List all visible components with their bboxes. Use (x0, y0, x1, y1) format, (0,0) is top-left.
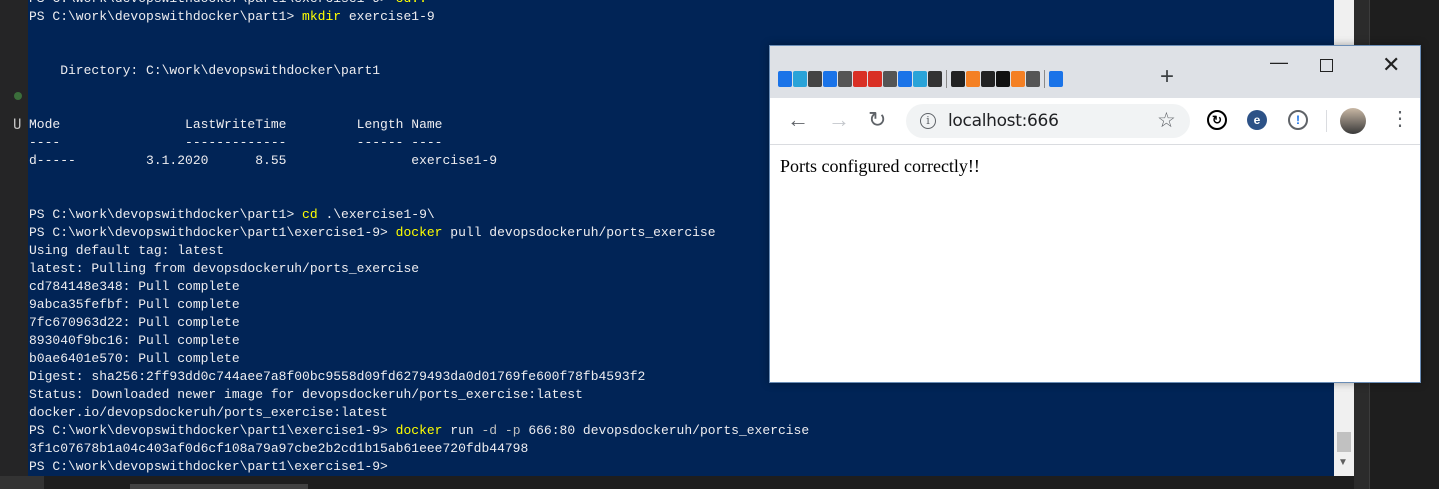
tab-favicon-icon[interactable] (823, 71, 837, 87)
browser-window: + — ✕ ← → ↻ i localhost:666 ☆ ↻ e ! ⋮ Po… (769, 45, 1421, 383)
horizontal-scrollbar-thumb[interactable] (130, 484, 308, 489)
terminal-prompt: PS C:\work\devopswithdocker\part1\exerci… (29, 459, 396, 474)
scrollbar-thumb[interactable] (1337, 432, 1351, 452)
terminal-rest: 666:80 devopsdockeruh/ports_exercise (520, 423, 810, 438)
terminal-args: pull devopsdockeruh/ports_exercise (442, 225, 716, 240)
page-message: Ports configured correctly!! (780, 156, 980, 176)
tab-favicon-icon[interactable] (793, 71, 807, 87)
terminal-cmd: cd.. (396, 0, 427, 6)
tab-favicon-icon[interactable] (898, 71, 912, 87)
bookmark-star-icon[interactable]: ☆ (1157, 108, 1176, 133)
terminal-line: 7fc670963d22: Pull complete (29, 315, 240, 330)
sync-extension-icon[interactable]: ↻ (1207, 110, 1227, 130)
browser-toolbar: ← → ↻ i localhost:666 ☆ ↻ e ! ⋮ (770, 98, 1420, 145)
close-button[interactable]: ✕ (1382, 50, 1400, 80)
editor-gutter: U (0, 0, 28, 489)
tab-favicon-icon[interactable] (778, 71, 792, 87)
terminal-line: ---- ------------- ------ ---- (29, 135, 443, 150)
terminal-output: PS C:\work\devopswithdocker\part1\exerci… (29, 0, 809, 476)
terminal-line: PS C:\work\devopswithdocker\part1\exerci… (29, 224, 809, 242)
tab-favicon-icon[interactable] (1026, 71, 1040, 87)
maximize-button[interactable] (1320, 59, 1333, 72)
terminal-prompt: PS C:\work\devopswithdocker\part1\exerci… (29, 0, 396, 6)
status-corner (0, 476, 44, 489)
tab-favicon-icon[interactable] (838, 71, 852, 87)
git-modified-dot (14, 92, 22, 100)
terminal-cmd: docker (395, 225, 443, 240)
terminal-line: PS C:\work\devopswithdocker\part1\exerci… (29, 458, 809, 476)
tab-favicon-icon[interactable] (966, 71, 980, 87)
forward-icon[interactable]: → (828, 107, 850, 133)
scroll-down-arrow-icon[interactable]: ▼ (1338, 457, 1348, 468)
tab-favicon-icon[interactable] (883, 71, 897, 87)
terminal-cmd: cd (302, 207, 318, 222)
tab-favicon-icon[interactable] (853, 71, 867, 87)
tab-favicon-icon[interactable] (1049, 71, 1063, 87)
terminal-args: run (442, 423, 474, 438)
terminal-line: Digest: sha256:2ff93dd0c744aee7a8f00bc95… (29, 369, 646, 384)
terminal-prompt: PS C:\work\devopswithdocker\part1> (29, 9, 303, 24)
git-untracked-badge: U (13, 117, 22, 133)
terminal-cmd: mkdir (302, 9, 342, 24)
terminal-args: .\exercise1-9\ (317, 207, 435, 222)
terminal-args: exercise1-9 (341, 9, 435, 24)
tab-favicon-icon[interactable] (928, 71, 942, 87)
terminal-cmd: docker (395, 423, 443, 438)
new-tab-button[interactable]: + (1160, 64, 1174, 90)
minimize-button[interactable]: — (1264, 52, 1294, 82)
pinned-tab-strip (778, 66, 1063, 92)
reload-icon[interactable]: ↻ (868, 107, 886, 133)
terminal-line: Using default tag: latest (29, 243, 225, 258)
terminal-line: Mode LastWriteTime Length Name (29, 117, 443, 132)
kebab-menu-icon[interactable]: ⋮ (1390, 106, 1410, 132)
terminal-line: d----- 3.1.2020 8.55 exercise1-9 (29, 153, 498, 168)
info-icon[interactable]: i (920, 113, 936, 129)
terminal-prompt: PS C:\work\devopswithdocker\part1\exerci… (29, 423, 396, 438)
terminal-line: PS C:\work\devopswithdocker\part1\exerci… (29, 0, 809, 8)
profile-avatar[interactable] (1340, 108, 1366, 134)
url-text[interactable]: localhost:666 (948, 111, 1059, 131)
tab-separator (1044, 70, 1045, 88)
tab-separator (946, 70, 947, 88)
terminal-line: 9abca35fefbf: Pull complete (29, 297, 240, 312)
terminal-prompt: PS C:\work\devopswithdocker\part1> (29, 207, 303, 222)
terminal-line: cd784148e348: Pull complete (29, 279, 240, 294)
terminal-line: PS C:\work\devopswithdocker\part1> cd .\… (29, 206, 809, 224)
terminal-line: docker.io/devopsdockeruh/ports_exercise:… (29, 405, 388, 420)
terminal-param: -d -p (473, 423, 521, 438)
terminal-line: latest: Pulling from devopsdockeruh/port… (29, 261, 420, 276)
page-content: Ports configured correctly!! (770, 145, 1420, 382)
timer-extension-icon[interactable]: ! (1288, 110, 1308, 130)
terminal-line: PS C:\work\devopswithdocker\part1\exerci… (29, 422, 809, 440)
browser-titlebar: + — ✕ (770, 46, 1420, 98)
address-bar[interactable]: i localhost:666 ☆ (906, 104, 1190, 138)
terminal-line: PS C:\work\devopswithdocker\part1> mkdir… (29, 8, 809, 26)
tab-favicon-icon[interactable] (1011, 71, 1025, 87)
back-icon[interactable]: ← (787, 107, 809, 133)
tab-favicon-icon[interactable] (913, 71, 927, 87)
terminal-line: Directory: C:\work\devopswithdocker\part… (29, 63, 381, 78)
tab-favicon-icon[interactable] (981, 71, 995, 87)
tab-favicon-icon[interactable] (996, 71, 1010, 87)
toolbar-divider (1326, 110, 1327, 132)
terminal-line: 893040f9bc16: Pull complete (29, 333, 240, 348)
tab-favicon-icon[interactable] (808, 71, 822, 87)
terminal-line: Status: Downloaded newer image for devop… (29, 387, 583, 402)
terminal-prompt: PS C:\work\devopswithdocker\part1\exerci… (29, 225, 396, 240)
tab-favicon-icon[interactable] (951, 71, 965, 87)
edge-extension-icon[interactable]: e (1247, 110, 1267, 130)
terminal-line: b0ae6401e570: Pull complete (29, 351, 240, 366)
tab-favicon-icon[interactable] (868, 71, 882, 87)
horizontal-scrollbar[interactable] (28, 476, 1354, 489)
terminal-line: 3f1c07678b1a04c403af0d6cf108a79a97cbe2b2… (29, 441, 529, 456)
